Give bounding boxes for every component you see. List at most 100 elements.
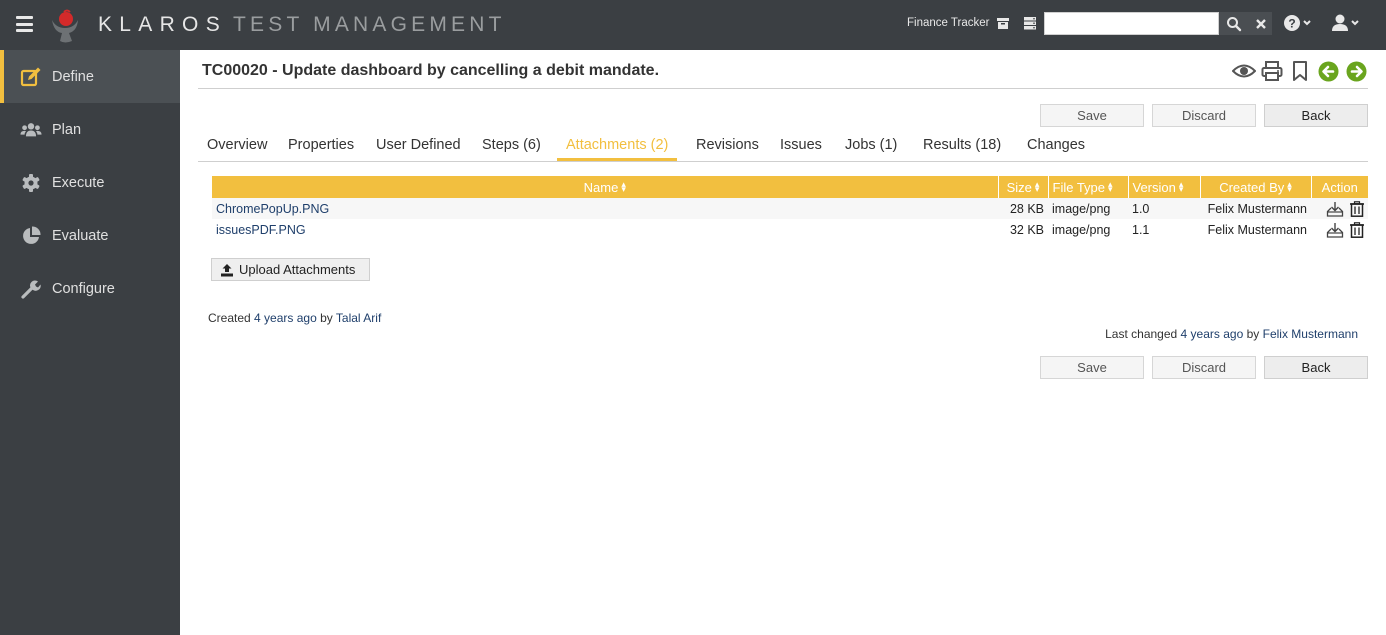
user-menu-icon[interactable] <box>1331 13 1361 33</box>
back-button[interactable]: Back <box>1264 104 1368 127</box>
sort-icon: ▴ ▾ <box>1287 178 1292 194</box>
column-header-action: Action <box>1311 176 1368 198</box>
created-prefix: Created <box>208 311 251 325</box>
cell-created-by: Felix Mustermann <box>1200 198 1311 219</box>
attachment-link[interactable]: ChromePopUp.PNG <box>216 202 329 216</box>
save-button-bottom[interactable]: Save <box>1040 356 1144 379</box>
sidebar-item-define[interactable]: Define <box>0 50 180 103</box>
changed-prefix: Last changed <box>1105 327 1178 341</box>
column-label: Version <box>1132 179 1176 195</box>
cell-version: 1.0 <box>1128 198 1200 219</box>
print-icon[interactable] <box>1260 60 1284 82</box>
changed-by-link[interactable]: Felix Mustermann <box>1263 327 1358 341</box>
last-changed-info: Last changed 4 years ago by Felix Muster… <box>1105 327 1358 341</box>
sidebar-item-evaluate[interactable]: Evaluate <box>0 209 180 262</box>
cell-size: 28 KB <box>998 198 1048 219</box>
discard-button-bottom[interactable]: Discard <box>1152 356 1256 379</box>
tab-issues[interactable]: Issues <box>780 137 822 161</box>
cell-created-by: Felix Mustermann <box>1207 222 1307 237</box>
cell-action <box>1311 219 1368 240</box>
top-bar: KLAROS TEST MANAGEMENT Finance Tracker ? <box>0 0 1386 50</box>
sort-icon: ▴ ▾ <box>621 178 626 194</box>
tab-overview[interactable]: Overview <box>207 137 267 161</box>
main-content: TC00020 - Update dashboard by cancelling… <box>180 50 1386 635</box>
column-label: Action <box>1321 179 1358 195</box>
sidebar: Define Plan Execute Evaluate Configure <box>0 50 180 635</box>
created-info: Created 4 years ago by Talal Arif <box>208 311 381 325</box>
sidebar-item-plan[interactable]: Plan <box>0 103 180 156</box>
title-divider <box>198 88 1368 89</box>
tab-properties[interactable]: Properties <box>288 137 354 161</box>
upload-attachments-button[interactable]: Upload Attachments <box>211 258 370 281</box>
gear-icon <box>20 172 42 194</box>
cell-name: ChromePopUp.PNG <box>212 198 998 219</box>
sidebar-item-configure[interactable]: Configure <box>0 262 180 315</box>
clear-search-icon[interactable] <box>1253 16 1269 32</box>
archive-icon[interactable] <box>996 15 1010 31</box>
changed-by-word: by <box>1246 327 1260 341</box>
tab-revisions[interactable]: Revisions <box>696 137 759 161</box>
help-menu-icon[interactable]: ? <box>1283 13 1313 33</box>
delete-icon[interactable] <box>1348 221 1366 238</box>
created-by-word: by <box>320 311 333 325</box>
search-actions <box>1219 12 1272 35</box>
attachment-link[interactable]: issuesPDF.PNG <box>216 223 306 237</box>
sort-icon: ▴ ▾ <box>1034 178 1040 194</box>
tab-jobs[interactable]: Jobs (1) <box>845 137 897 161</box>
column-header-name[interactable]: Name ▴ ▾ <box>212 176 999 198</box>
column-header-version[interactable]: Version ▴ ▾ <box>1128 176 1201 198</box>
klaros-logo-icon <box>52 9 78 43</box>
brand-light: TEST MANAGEMENT <box>233 13 506 36</box>
watch-icon[interactable] <box>1232 60 1256 82</box>
sidebar-item-execute[interactable]: Execute <box>0 156 180 209</box>
tab-user-defined[interactable]: User Defined <box>376 137 461 161</box>
sidebar-item-label: Define <box>52 68 94 85</box>
cell-file-type: image/png <box>1048 198 1128 219</box>
server-icon[interactable] <box>1023 15 1037 31</box>
tab-attachments[interactable]: Attachments (2) <box>557 137 678 161</box>
search-input[interactable] <box>1044 12 1219 35</box>
delete-icon[interactable] <box>1348 200 1366 217</box>
menu-icon[interactable] <box>16 16 33 32</box>
cell-file-type: image/png <box>1052 222 1111 237</box>
table-row: ChromePopUp.PNG 28 KB image/png 1.0 Feli… <box>212 198 1368 219</box>
column-label: Size <box>1006 179 1032 195</box>
column-label: File Type <box>1052 179 1106 195</box>
attachments-table: Name ▴ ▾ Size ▴ ▾ File Type ▴ ▾ Version ▴ ▾ Crea… <box>212 176 1368 240</box>
cell-version: 1.1 <box>1132 222 1150 237</box>
column-header-created-by[interactable]: Created By ▴ ▾ <box>1200 176 1312 198</box>
back-button-bottom[interactable]: Back <box>1264 356 1368 379</box>
changed-when-link[interactable]: 4 years ago <box>1181 327 1244 341</box>
page-title: TC00020 - Update dashboard by cancelling… <box>202 62 660 79</box>
column-label: Name <box>583 179 619 195</box>
download-icon[interactable] <box>1326 222 1344 238</box>
discard-button[interactable]: Discard <box>1152 104 1256 127</box>
brand-bold: KLAROS <box>98 13 227 36</box>
column-header-file-type[interactable]: File Type ▴ ▾ <box>1048 176 1129 198</box>
tab-steps[interactable]: Steps (6) <box>482 137 541 161</box>
search-icon[interactable] <box>1226 16 1242 32</box>
created-when-link[interactable]: 4 years ago <box>254 311 317 325</box>
next-arrow-icon[interactable] <box>1344 60 1368 82</box>
download-icon[interactable] <box>1326 201 1344 217</box>
pie-chart-icon <box>20 225 42 247</box>
table-header-row: Name ▴ ▾ Size ▴ ▾ File Type ▴ ▾ Version ▴ ▾ Crea… <box>212 176 1368 198</box>
sort-icon: ▴ ▾ <box>1178 178 1184 194</box>
cell-name: issuesPDF.PNG <box>212 219 998 240</box>
bookmark-icon[interactable] <box>1288 60 1312 82</box>
project-name[interactable]: Finance Tracker <box>907 17 989 29</box>
sidebar-item-label: Execute <box>52 174 105 191</box>
sidebar-item-label: Configure <box>52 280 115 297</box>
sidebar-item-label: Evaluate <box>52 227 109 244</box>
column-header-size[interactable]: Size ▴ ▾ <box>998 176 1049 198</box>
tab-bar: Overview Properties User Defined Steps (… <box>198 133 1368 162</box>
created-by-link[interactable]: Talal Arif <box>336 311 381 325</box>
tab-results[interactable]: Results (18) <box>923 137 1001 161</box>
tab-changes[interactable]: Changes <box>1027 137 1085 161</box>
sidebar-item-label: Plan <box>52 121 82 138</box>
brand-title: KLAROS TEST MANAGEMENT <box>98 13 506 37</box>
svg-text:?: ? <box>1288 17 1295 31</box>
save-button[interactable]: Save <box>1040 104 1144 127</box>
previous-arrow-icon[interactable] <box>1316 60 1340 82</box>
upload-label: Upload Attachments <box>239 262 356 277</box>
